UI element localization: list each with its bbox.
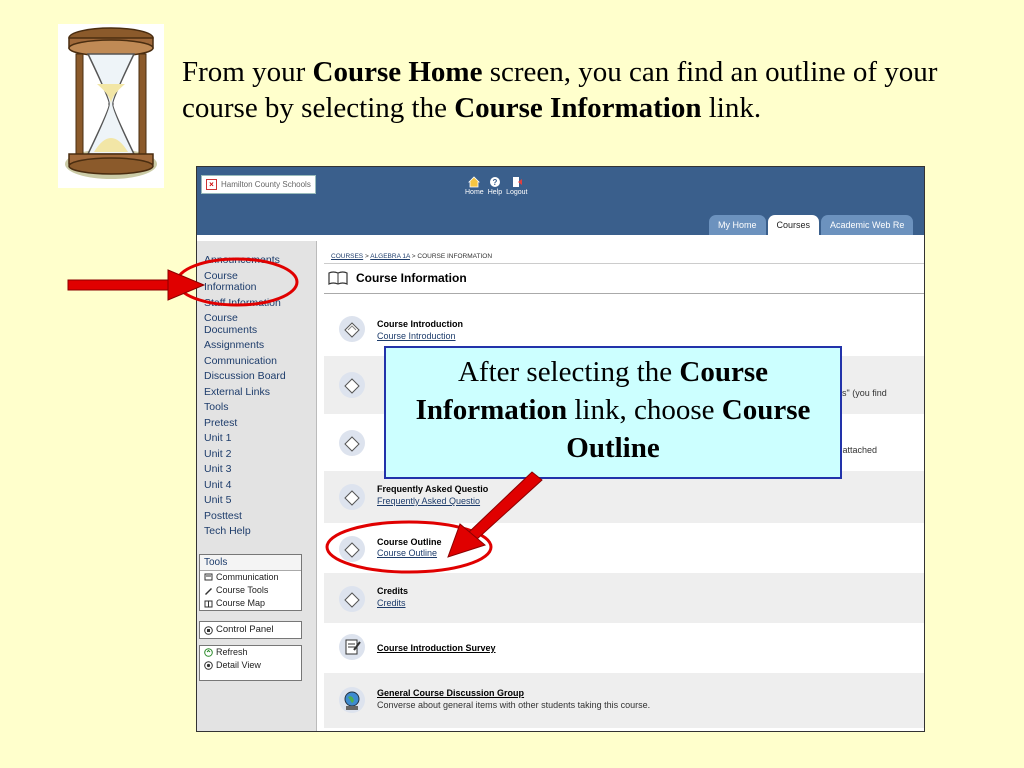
home-icon bbox=[468, 176, 481, 188]
course-menu: Announcements Course Information Staff I… bbox=[197, 241, 317, 731]
broken-image-icon: × bbox=[206, 179, 217, 190]
map-icon bbox=[204, 600, 213, 608]
item-credits: Credits Credits bbox=[324, 573, 924, 623]
control-panel-icon bbox=[204, 625, 213, 635]
callout-box: After selecting the Course Information l… bbox=[384, 346, 842, 479]
menu-assignments[interactable]: Assignments bbox=[204, 339, 304, 352]
document-icon bbox=[339, 536, 365, 562]
tab-academic-web-resources[interactable]: Academic Web Re bbox=[821, 215, 914, 235]
school-logo[interactable]: × Hamilton County Schools bbox=[201, 175, 316, 194]
item-title: Course Outline bbox=[377, 537, 442, 547]
item-title: Credits bbox=[377, 586, 409, 596]
detail-view-link[interactable]: Detail View bbox=[200, 659, 301, 672]
breadcrumb-divider bbox=[324, 263, 924, 264]
control-panel-box: Control Panel bbox=[199, 621, 302, 639]
item-link[interactable]: Course Introduction bbox=[377, 331, 456, 341]
menu-posttest[interactable]: Posttest bbox=[204, 510, 304, 523]
item-link[interactable]: Credits bbox=[377, 598, 406, 608]
communication-icon bbox=[204, 573, 213, 581]
menu-unit-4[interactable]: Unit 4 bbox=[204, 479, 304, 492]
menu-pretest[interactable]: Pretest bbox=[204, 417, 304, 430]
hourglass-clipart bbox=[58, 24, 164, 188]
logout-link[interactable]: Logout bbox=[506, 176, 528, 196]
course-outline-link[interactable]: Course Outline bbox=[377, 548, 437, 558]
survey-link[interactable]: Course Introduction Survey bbox=[377, 643, 496, 653]
header-bar: × Hamilton County Schools Home ? Help Log… bbox=[197, 167, 924, 235]
tab-bar: My Home Courses Academic Web Re bbox=[709, 215, 914, 235]
menu-course-documents[interactable]: Course Documents bbox=[204, 312, 264, 336]
menu-unit-2[interactable]: Unit 2 bbox=[204, 448, 304, 461]
tools-heading: Tools bbox=[200, 555, 301, 571]
refresh-icon bbox=[204, 648, 213, 657]
breadcrumb-algebra-1a[interactable]: ALGEBRA 1A bbox=[370, 253, 410, 260]
help-link[interactable]: ? Help bbox=[488, 176, 502, 196]
tools-box: Tools Communication Course Tools Course … bbox=[199, 554, 302, 611]
open-book-icon bbox=[328, 271, 348, 285]
item-course-outline: Course Outline Course Outline bbox=[324, 523, 924, 573]
wrench-icon bbox=[205, 588, 212, 595]
tool-course-map[interactable]: Course Map bbox=[200, 597, 301, 610]
discussion-group-link[interactable]: General Course Discussion Group bbox=[377, 688, 524, 698]
menu-staff-information[interactable]: Staff Information bbox=[204, 297, 304, 310]
menu-unit-3[interactable]: Unit 3 bbox=[204, 463, 304, 476]
item-discussion-group: General Course Discussion Group Converse… bbox=[324, 673, 924, 728]
globe-icon bbox=[339, 687, 365, 713]
page-title: Course Information bbox=[356, 271, 467, 285]
tab-my-home[interactable]: My Home bbox=[709, 215, 766, 235]
breadcrumb-courses[interactable]: COURSES bbox=[331, 253, 363, 260]
breadcrumb: COURSES > ALGEBRA 1A > COURSE INFORMATIO… bbox=[331, 253, 493, 260]
refresh-link[interactable]: Refresh bbox=[200, 646, 301, 659]
breadcrumb-current: COURSE INFORMATION bbox=[417, 253, 493, 260]
arrow-to-course-information bbox=[67, 269, 206, 301]
document-icon bbox=[339, 316, 365, 342]
item-description: Converse about general items with other … bbox=[377, 700, 651, 710]
content-area: COURSES > ALGEBRA 1A > COURSE INFORMATIO… bbox=[318, 241, 924, 731]
item-link[interactable]: Frequently Asked Questio bbox=[377, 496, 480, 506]
document-icon bbox=[339, 484, 365, 510]
menu-external-links[interactable]: External Links bbox=[204, 386, 304, 399]
detail-view-icon bbox=[204, 661, 213, 670]
page-title-row: Course Information bbox=[328, 271, 467, 285]
menu-announcements[interactable]: Announcements bbox=[204, 254, 304, 267]
item-survey: Course Introduction Survey bbox=[324, 623, 924, 673]
item-title: Course Introduction bbox=[377, 319, 463, 329]
view-options-box: Refresh Detail View bbox=[199, 645, 302, 681]
top-nav: Home ? Help Logout bbox=[465, 176, 528, 196]
menu-unit-1[interactable]: Unit 1 bbox=[204, 432, 304, 445]
svg-text:?: ? bbox=[492, 178, 497, 187]
survey-icon bbox=[339, 634, 365, 660]
menu-communication[interactable]: Communication bbox=[204, 355, 304, 368]
tool-communication[interactable]: Communication bbox=[200, 571, 301, 584]
course-menu-list: Announcements Course Information Staff I… bbox=[204, 254, 304, 542]
home-link[interactable]: Home bbox=[465, 176, 484, 196]
menu-tech-help[interactable]: Tech Help bbox=[204, 525, 304, 538]
logout-icon bbox=[512, 177, 522, 187]
control-panel-link[interactable]: Control Panel bbox=[200, 622, 301, 638]
menu-unit-5[interactable]: Unit 5 bbox=[204, 494, 304, 507]
document-icon bbox=[339, 372, 365, 398]
menu-course-information[interactable]: Course Information bbox=[204, 270, 264, 294]
tool-course-tools[interactable]: Course Tools bbox=[200, 584, 301, 597]
item-fragment: s" (you find bbox=[842, 388, 887, 398]
help-icon: ? bbox=[489, 177, 500, 187]
menu-discussion-board[interactable]: Discussion Board bbox=[204, 370, 304, 383]
tab-courses[interactable]: Courses bbox=[767, 215, 820, 235]
document-icon bbox=[339, 430, 365, 456]
title-divider bbox=[324, 293, 924, 294]
document-icon bbox=[339, 586, 365, 612]
menu-tools[interactable]: Tools bbox=[204, 401, 304, 414]
item-title: Frequently Asked Questio bbox=[377, 484, 489, 494]
slide-instruction: From your Course Home screen, you can fi… bbox=[182, 56, 938, 124]
